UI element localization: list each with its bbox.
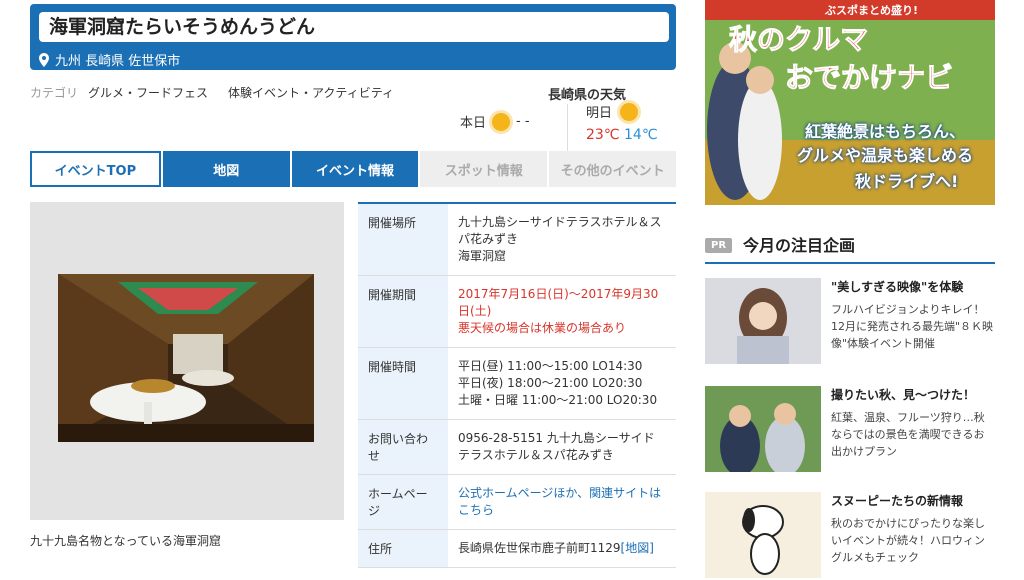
- pr-item-8k[interactable]: "美しすぎる映像"を体験 フルハイビジョンよりキレイ！12月に発売される最先端"…: [705, 278, 995, 366]
- info-row-contact: お問い合わせ 0956-28-5151 九十九島シーサイドテラスホテル＆スパ花み…: [358, 420, 676, 475]
- info-row-venue: 開催場所 九十九島シーサイドテラスホテル＆スパ花みずき 海軍洞窟: [358, 204, 676, 276]
- pr-item-desc: 紅葉、温泉、フルーツ狩り…秋ならではの景色を満喫できるお出かけプラン: [831, 411, 985, 458]
- period-label: 開催期間: [358, 276, 448, 347]
- tab-event-top[interactable]: イベントTOP: [30, 151, 161, 187]
- address-map-link[interactable]: [地図]: [621, 541, 654, 555]
- category-value-2: 体験イベント・アクティビティ: [228, 86, 394, 100]
- banner-sub-1: 紅葉絶景はもちろん、: [805, 122, 966, 141]
- tab-spot-info: スポット情報: [420, 151, 548, 187]
- event-photo[interactable]: [58, 274, 314, 442]
- banner-heading-1: 秋のクルマ: [728, 23, 869, 57]
- cave-photo-image: [58, 274, 314, 442]
- category-row: カテゴリ グルメ・フードフェス 体験イベント・アクティビティ: [30, 84, 394, 101]
- sun-icon: [620, 102, 639, 121]
- event-location: 九州 長崎県 佐世保市: [39, 50, 180, 69]
- photo-caption: 九十九島名物となっている海軍洞窟: [30, 534, 222, 548]
- pr-item-desc: 秋のおでかけにぴったりな楽しいイベントが続々！ハロウィングルメもチェック: [831, 517, 985, 564]
- info-row-period: 開催期間 2017年7月16日(日)〜2017年9月30日(土) 悪天候の場合は…: [358, 276, 676, 348]
- weather-divider: [567, 104, 568, 152]
- event-info-table: 開催場所 九十九島シーサイドテラスホテル＆スパ花みずき 海軍洞窟 開催期間 20…: [358, 202, 676, 568]
- weather-today: 本日 - -: [460, 112, 530, 131]
- tomorrow-low: 14℃: [624, 127, 658, 143]
- pr-section-header: PR 今月の注目企画: [705, 232, 995, 264]
- today-temp: - -: [516, 114, 530, 129]
- today-label: 本日: [460, 116, 487, 131]
- tomorrow-label: 明日: [586, 106, 613, 121]
- contact-value: 0956-28-5151 九十九島シーサイドテラスホテル＆スパ花みずき: [458, 431, 655, 462]
- location-pin-icon: [39, 52, 49, 67]
- banner-top-text: ぶスポまとめ盛り!: [825, 4, 919, 17]
- period-note: 悪天候の場合は休業の場合あり: [458, 321, 627, 335]
- period-value: 2017年7月16日(日)〜2017年9月30日(土): [458, 287, 659, 318]
- address-cell: 長崎県佐世保市鹿子前町1129[地図]: [448, 530, 676, 567]
- pr-thumb-autumn-image: [705, 386, 821, 472]
- pr-item-autumn[interactable]: 撮りたい秋、見〜つけた！ 紅葉、温泉、フルーツ狩り…秋ならではの景色を満喫できる…: [705, 386, 995, 474]
- address-value: 長崎県佐世保市鹿子前町1129: [458, 541, 621, 555]
- venue-value: 九十九島シーサイドテラスホテル＆スパ花みずき 海軍洞窟: [458, 215, 662, 263]
- tab-event-info[interactable]: イベント情報: [291, 151, 419, 187]
- banner-heading-2: おでかけナビ: [784, 61, 954, 95]
- pr-thumb-autumn: [705, 386, 821, 472]
- category-value-1: グルメ・フードフェス: [88, 86, 209, 100]
- info-row-hours: 開催時間 平日(昼) 11:00〜15:00 LO14:30 平日(夜) 18:…: [358, 348, 676, 420]
- event-tabs: イベントTOP 地図 イベント情報 スポット情報 その他のイベント: [30, 151, 676, 187]
- tomorrow-high: 23℃: [586, 127, 620, 143]
- venue-label: 開催場所: [358, 204, 448, 275]
- event-title: 海軍洞窟たらいそうめんうどん: [39, 12, 669, 42]
- pr-item-title: "美しすぎる映像"を体験: [831, 280, 964, 294]
- pr-item-title: 撮りたい秋、見〜つけた！: [831, 388, 976, 402]
- pr-thumb-snoopy-image: [705, 492, 821, 578]
- banner-sub-3: 秋ドライブへ!: [855, 172, 959, 191]
- pr-thumb-8k: [705, 278, 821, 364]
- banner-sub-2: グルメや温泉も楽しめる: [797, 146, 974, 165]
- address-label: 住所: [358, 530, 448, 567]
- pr-section-title: 今月の注目企画: [743, 236, 856, 255]
- info-row-homepage: ホームページ 公式ホームページほか、関連サイトはこちら: [358, 475, 676, 530]
- weather-tomorrow: 明日 23℃ 14℃: [586, 102, 658, 143]
- hours-label: 開催時間: [358, 348, 448, 419]
- weather-widget: 長崎県の天気 本日 - - 明日 23℃ 14℃: [460, 82, 676, 152]
- contact-label: お問い合わせ: [358, 420, 448, 474]
- pr-thumb-8k-image: [705, 278, 821, 364]
- sun-icon: [492, 112, 511, 131]
- pr-item-title: スヌーピーたちの新情報: [831, 494, 964, 508]
- homepage-label: ホームページ: [358, 475, 448, 529]
- photo-frame: [30, 202, 344, 520]
- category-label: カテゴリ: [30, 86, 79, 100]
- location-text[interactable]: 九州 長崎県 佐世保市: [55, 50, 180, 69]
- pr-item-desc: フルハイビジョンよりキレイ！12月に発売される最先端"８Ｋ映像"体験イベント開催: [831, 303, 994, 350]
- period-cell: 2017年7月16日(日)〜2017年9月30日(土) 悪天候の場合は休業の場合…: [448, 276, 676, 347]
- homepage-link[interactable]: 公式ホームページほか、関連サイトはこちら: [448, 475, 676, 529]
- pr-badge: PR: [705, 238, 733, 253]
- event-header: 海軍洞窟たらいそうめんうどん 九州 長崎県 佐世保市: [30, 4, 676, 70]
- drive-banner[interactable]: ぶスポまとめ盛り! 秋のクルマ おでかけナビ 紅葉絶景はもちろん、 グルメや温泉…: [705, 0, 995, 205]
- main-column: 海軍洞窟たらいそうめんうどん 九州 長崎県 佐世保市 カテゴリ グルメ・フードフ…: [30, 4, 676, 568]
- pr-item-snoopy[interactable]: スヌーピーたちの新情報 秋のおでかけにぴったりな楽しいイベントが続々！ハロウィン…: [705, 492, 995, 580]
- sidebar: ぶスポまとめ盛り! 秋のクルマ おでかけナビ 紅葉絶景はもちろん、 グルメや温泉…: [705, 0, 995, 578]
- weather-title: 長崎県の天気: [548, 88, 627, 103]
- info-row-address: 住所 長崎県佐世保市鹿子前町1129[地図]: [358, 530, 676, 568]
- pr-thumb-snoopy: [705, 492, 821, 578]
- tab-other-events: その他のイベント: [549, 151, 676, 187]
- hours-value: 平日(昼) 11:00〜15:00 LO14:30 平日(夜) 18:00〜21…: [458, 359, 658, 407]
- tab-map[interactable]: 地図: [162, 151, 290, 187]
